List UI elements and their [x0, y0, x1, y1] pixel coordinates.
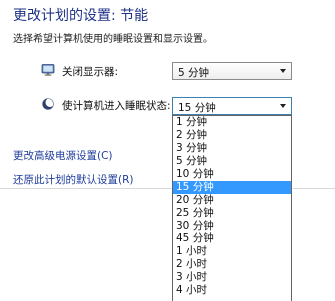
sleep-value: 15 分钟	[178, 102, 216, 114]
dropdown-option[interactable]: 2 小时	[173, 258, 291, 271]
dropdown-option[interactable]: 4 小时	[173, 284, 291, 297]
dropdown-option[interactable]: 15 分钟	[173, 180, 291, 194]
monitor-icon	[41, 64, 55, 76]
divider	[293, 188, 335, 189]
sleep-select[interactable]: 15 分钟	[172, 97, 292, 115]
restore-defaults-link[interactable]: 还原此计划的默认设置(R)	[13, 172, 134, 187]
chevron-down-icon	[280, 104, 286, 108]
display-off-label: 关闭显示器:	[62, 66, 119, 78]
dropdown-option[interactable]: 2 分钟	[173, 129, 291, 142]
page-title: 更改计划的设置: 节能	[13, 8, 149, 24]
sleep-label: 使计算机进入睡眠状态:	[62, 100, 171, 112]
power-plan-settings-page: 更改计划的设置: 节能 选择希望计算机使用的睡眠设置和显示设置。 关闭显示器: …	[0, 0, 335, 301]
chevron-down-icon	[280, 69, 286, 73]
divider	[0, 188, 172, 189]
advanced-power-settings-link[interactable]: 更改高级电源设置(C)	[13, 148, 113, 163]
dropdown-option[interactable]: 20 分钟	[173, 194, 291, 207]
dropdown-option[interactable]: 10 分钟	[173, 168, 291, 181]
display-off-value: 5 分钟	[178, 67, 210, 79]
dropdown-option[interactable]: 25 分钟	[173, 207, 291, 220]
moon-icon	[42, 98, 55, 110]
dropdown-option[interactable]: 45 分钟	[173, 232, 291, 245]
dropdown-option[interactable]: 3 小时	[173, 271, 291, 284]
dropdown-option[interactable]: 5 分钟	[173, 155, 291, 168]
dropdown-option[interactable]: 30 分钟	[173, 220, 291, 233]
page-subtitle: 选择希望计算机使用的睡眠设置和显示设置。	[13, 34, 213, 45]
display-off-select[interactable]: 5 分钟	[172, 62, 292, 80]
dropdown-option[interactable]: 1 分钟	[173, 116, 291, 129]
dropdown-option[interactable]: 1 小时	[173, 245, 291, 258]
dropdown-option[interactable]: 3 分钟	[173, 142, 291, 155]
sleep-dropdown-list[interactable]: 1 分钟 2 分钟 3 分钟 5 分钟 10 分钟 15 分钟 20 分钟 25…	[172, 115, 292, 301]
